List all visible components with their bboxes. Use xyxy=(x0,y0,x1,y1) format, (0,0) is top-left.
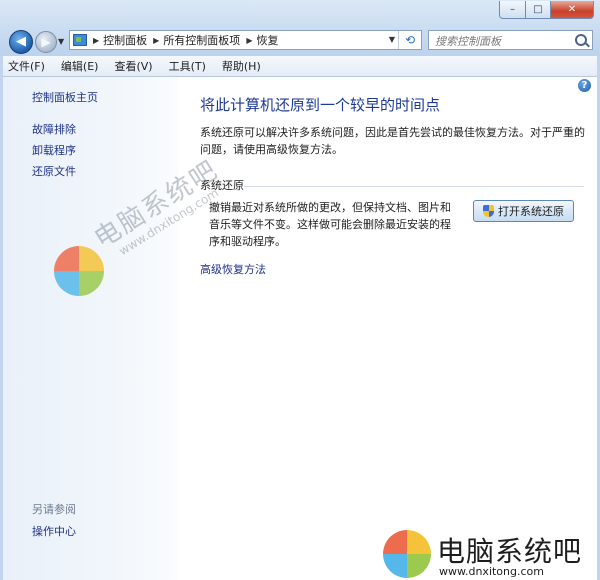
sidebar-item-uninstall-program[interactable]: 卸载程序 xyxy=(32,142,76,158)
advanced-recovery-link[interactable]: 高级恢复方法 xyxy=(200,261,266,277)
menu-help[interactable]: 帮助(H) xyxy=(214,58,269,74)
section-divider xyxy=(244,186,584,187)
page-description: 系统还原可以解决许多系统问题，因此是首先尝试的最佳恢复方法。对于严重的问题，请使… xyxy=(200,126,585,156)
sidebar-item-control-panel-home[interactable]: 控制面板主页 xyxy=(32,89,98,105)
brand-logo-icon xyxy=(383,530,431,578)
sidebar: 控制面板主页 故障排除 卸载程序 还原文件 另请参阅 操作中心 xyxy=(0,77,178,580)
recent-pages-dropdown[interactable]: ▼ xyxy=(58,37,64,46)
sidebar-item-action-center[interactable]: 操作中心 xyxy=(32,523,76,539)
refresh-icon[interactable]: ⟲ xyxy=(398,31,421,49)
menu-tools[interactable]: 工具(T) xyxy=(161,58,214,74)
arrow-right-icon: ▶ xyxy=(41,35,51,49)
menu-file[interactable]: 文件(F) xyxy=(0,58,53,74)
breadcrumb-recovery[interactable]: 恢复 xyxy=(256,32,278,48)
back-button[interactable]: ◀ xyxy=(9,30,33,54)
address-bar[interactable]: ▶ 控制面板 ▶ 所有控制面板项 ▶ 恢复 ▼ ⟲ xyxy=(69,30,422,50)
page-title: 将此计算机还原到一个较早的时间点 xyxy=(200,96,441,114)
breadcrumb-separator-icon[interactable]: ▶ xyxy=(153,36,159,45)
menu-bar: 文件(F) 编辑(E) 查看(V) 工具(T) 帮助(H) xyxy=(0,56,600,77)
title-bar: – □ ✕ ◀ ▶ ▼ ▶ 控制面板 ▶ 所有控制面板项 ▶ 恢复 ▼ ⟲ xyxy=(0,0,600,56)
forward-button[interactable]: ▶ xyxy=(35,31,57,53)
breadcrumb-control-panel[interactable]: 控制面板 xyxy=(103,32,147,48)
uac-shield-icon xyxy=(483,205,494,217)
window-frame-left xyxy=(0,56,3,580)
menu-view[interactable]: 查看(V) xyxy=(106,58,160,74)
breadcrumb-separator-icon[interactable]: ▶ xyxy=(93,36,99,45)
brand-watermark: 电脑系统吧 www.dnxitong.com xyxy=(377,520,600,580)
sidebar-item-troubleshooting[interactable]: 故障排除 xyxy=(32,121,76,137)
breadcrumb-separator-icon[interactable]: ▶ xyxy=(246,36,252,45)
chevron-down-icon: ▼ xyxy=(58,37,65,46)
open-system-restore-button[interactable]: 打开系统还原 xyxy=(473,200,574,222)
control-panel-icon xyxy=(73,34,87,46)
close-button[interactable]: ✕ xyxy=(551,1,594,19)
control-panel-window: – □ ✕ ◀ ▶ ▼ ▶ 控制面板 ▶ 所有控制面板项 ▶ 恢复 ▼ ⟲ 文件… xyxy=(0,0,600,580)
brand-url: www.dnxitong.com xyxy=(439,565,544,578)
search-input[interactable] xyxy=(433,32,577,50)
address-dropdown-icon[interactable]: ▼ xyxy=(389,35,395,44)
watermark-logo-icon xyxy=(54,246,104,296)
help-icon[interactable]: ? xyxy=(578,79,591,92)
search-box[interactable] xyxy=(428,30,593,50)
maximize-button[interactable]: □ xyxy=(526,1,551,19)
brand-name: 电脑系统吧 xyxy=(437,535,583,568)
see-also-header: 另请参阅 xyxy=(32,503,76,516)
sidebar-item-restore-files[interactable]: 还原文件 xyxy=(32,163,76,179)
minimize-button[interactable]: – xyxy=(499,1,526,19)
open-system-restore-label: 打开系统还原 xyxy=(498,205,564,218)
system-restore-description: 撤销最近对系统所做的更改，但保持文档、图片和音乐等文件不变。这样做可能会删除最近… xyxy=(209,201,451,248)
menu-edit[interactable]: 编辑(E) xyxy=(53,58,107,74)
caption-buttons: – □ ✕ xyxy=(499,1,594,19)
breadcrumb-all-items[interactable]: 所有控制面板项 xyxy=(163,32,240,48)
search-icon[interactable] xyxy=(575,34,587,46)
section-header-system-restore: 系统还原 xyxy=(200,179,244,192)
arrow-left-icon: ◀ xyxy=(16,34,26,49)
